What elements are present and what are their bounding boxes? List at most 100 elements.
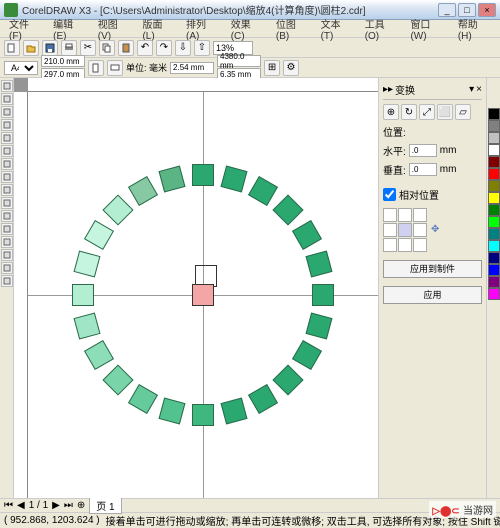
ring-square[interactable] (305, 313, 332, 340)
add-page-icon[interactable]: ⊕ (77, 500, 85, 511)
polygon-tool-icon[interactable] (1, 184, 13, 196)
color-swatch[interactable] (488, 228, 500, 240)
nudge-x[interactable]: 2.54 mm (170, 62, 214, 74)
new-icon[interactable] (4, 40, 20, 56)
ring-square[interactable] (84, 220, 114, 250)
ruler-vertical[interactable] (14, 92, 28, 498)
crop-tool-icon[interactable] (1, 106, 13, 118)
ring-square[interactable] (292, 340, 322, 370)
paste-icon[interactable] (118, 40, 134, 56)
ring-square[interactable] (312, 284, 334, 306)
color-swatch[interactable] (488, 288, 500, 300)
freehand-tool-icon[interactable] (1, 132, 13, 144)
snap-icon[interactable]: ⊞ (264, 60, 280, 76)
outline-tool-icon[interactable] (1, 249, 13, 261)
zoom-tool-icon[interactable] (1, 119, 13, 131)
color-swatch[interactable] (488, 252, 500, 264)
color-swatch[interactable] (488, 144, 500, 156)
menu-item[interactable]: 文件(F) (4, 15, 46, 43)
docker-close-icon[interactable]: × (476, 84, 482, 95)
options-icon[interactable]: ⚙ (283, 60, 299, 76)
ring-square[interactable] (305, 250, 332, 277)
cut-icon[interactable]: ✂ (80, 40, 96, 56)
menu-item[interactable]: 版面(L) (137, 15, 179, 43)
interactive-tool-icon[interactable] (1, 223, 13, 235)
fill-tool-icon[interactable] (1, 262, 13, 274)
shape-tool-icon[interactable] (1, 93, 13, 105)
import-icon[interactable]: ⇩ (175, 40, 191, 56)
page-tab[interactable]: 页 1 (89, 497, 121, 514)
last-page-icon[interactable]: ⏭ (64, 500, 73, 511)
color-swatch[interactable] (488, 264, 500, 276)
ifill-tool-icon[interactable] (1, 275, 13, 287)
menu-item[interactable]: 视图(V) (93, 15, 136, 43)
ring-square[interactable] (103, 364, 134, 395)
smart-tool-icon[interactable] (1, 145, 13, 157)
dup-x[interactable]: 4380.0 mm (217, 55, 261, 67)
color-swatch[interactable] (488, 180, 500, 192)
export-icon[interactable]: ⇧ (194, 40, 210, 56)
color-swatch[interactable] (488, 276, 500, 288)
color-swatch[interactable] (488, 204, 500, 216)
position-tab-icon[interactable]: ⊕ (383, 104, 399, 120)
ring-square[interactable] (292, 220, 322, 250)
ring-square[interactable] (221, 166, 248, 193)
color-swatch[interactable] (488, 192, 500, 204)
canvas-area[interactable] (14, 78, 378, 498)
ruler-horizontal[interactable] (28, 78, 378, 92)
ring-square[interactable] (128, 176, 158, 206)
save-icon[interactable] (42, 40, 58, 56)
ring-square[interactable] (158, 397, 185, 424)
ring-square[interactable] (158, 166, 185, 193)
ellipse-tool-icon[interactable] (1, 171, 13, 183)
apply-duplicate-button[interactable]: 应用到制件 (383, 260, 482, 278)
basic-tool-icon[interactable] (1, 197, 13, 209)
rect-tool-icon[interactable] (1, 158, 13, 170)
menu-item[interactable]: 窗口(W) (405, 15, 450, 43)
prev-page-icon[interactable]: ◀ (17, 500, 25, 511)
menu-item[interactable]: 帮助(H) (453, 15, 496, 43)
ring-square[interactable] (221, 397, 248, 424)
color-swatch[interactable] (488, 216, 500, 228)
ring-square[interactable] (248, 384, 278, 414)
size-tab-icon[interactable]: ⬜ (437, 104, 453, 120)
center-square[interactable] (192, 284, 214, 306)
ring-square[interactable] (103, 195, 134, 226)
ring-square[interactable] (128, 384, 158, 414)
page-width[interactable]: 210.0 mm (41, 55, 85, 67)
color-swatch[interactable] (488, 132, 500, 144)
skew-tab-icon[interactable]: ▱ (455, 104, 471, 120)
scale-tab-icon[interactable]: ⤢ (419, 104, 435, 120)
ring-square[interactable] (192, 404, 214, 426)
menu-item[interactable]: 效果(C) (226, 15, 269, 43)
color-swatch[interactable] (488, 240, 500, 252)
portrait-icon[interactable] (88, 60, 104, 76)
docker-menu-icon[interactable]: ▾ (469, 84, 474, 95)
next-page-icon[interactable]: ▶ (52, 500, 60, 511)
ring-square[interactable] (272, 364, 303, 395)
landscape-icon[interactable] (107, 60, 123, 76)
color-swatch[interactable] (488, 120, 500, 132)
menu-item[interactable]: 工具(O) (360, 15, 404, 43)
docker-arrow-icon[interactable]: ▸▸ (383, 84, 393, 95)
paper-select[interactable]: A4 (4, 61, 38, 75)
rotate-tab-icon[interactable]: ↻ (401, 104, 417, 120)
dropper-tool-icon[interactable] (1, 236, 13, 248)
anchor-grid[interactable] (383, 208, 427, 252)
ring-square[interactable] (192, 164, 214, 186)
color-swatch[interactable] (488, 168, 500, 180)
color-swatch[interactable] (488, 156, 500, 168)
h-input[interactable] (409, 144, 437, 157)
copy-icon[interactable] (99, 40, 115, 56)
ring-square[interactable] (272, 195, 303, 226)
undo-icon[interactable]: ↶ (137, 40, 153, 56)
text-tool-icon[interactable] (1, 210, 13, 222)
color-swatch[interactable] (488, 108, 500, 120)
ring-square[interactable] (84, 340, 114, 370)
menu-item[interactable]: 排列(A) (181, 15, 224, 43)
redo-icon[interactable]: ↷ (156, 40, 172, 56)
pick-tool-icon[interactable] (1, 80, 13, 92)
ring-square[interactable] (74, 313, 101, 340)
apply-button[interactable]: 应用 (383, 286, 482, 304)
menu-item[interactable]: 文本(T) (316, 15, 358, 43)
